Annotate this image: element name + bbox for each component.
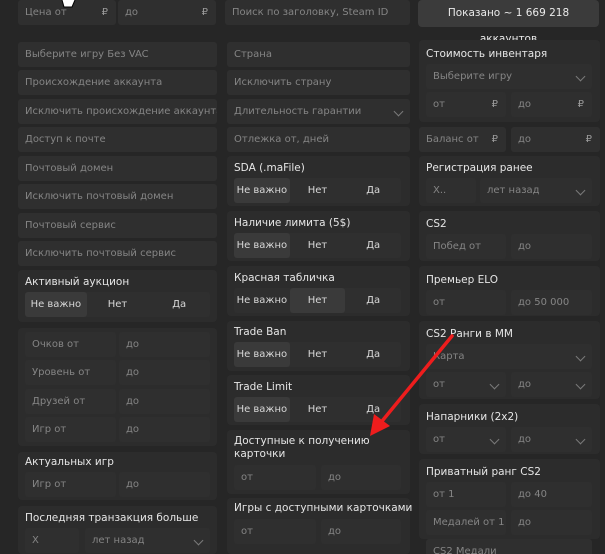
actual-games-to-input[interactable]: до	[119, 472, 210, 497]
chevron-down-icon	[393, 106, 404, 117]
trade-limit-opt-no[interactable]: Нет	[290, 397, 346, 422]
elo-to-input[interactable]: до 50 000	[511, 290, 592, 315]
medals-to-input[interactable]: до	[511, 510, 592, 535]
price-to-input[interactable]: до ₽	[118, 0, 216, 25]
origin-select[interactable]: Происхождение аккаунта	[18, 70, 217, 95]
cursor-icon	[61, 0, 76, 8]
points-from-input[interactable]: Очков от	[25, 332, 116, 357]
chevron-down-icon	[575, 71, 586, 82]
games-cards-from-input[interactable]: от	[234, 519, 316, 544]
sda-opt-yes[interactable]: Да	[345, 178, 401, 203]
balance-to-input[interactable]: до ₽	[511, 127, 600, 152]
level-to-input[interactable]: до	[119, 360, 210, 385]
inventory-to-input[interactable]: до ₽	[511, 92, 592, 117]
exclude-mail-service-select[interactable]: Исключить почтовый сервис	[18, 241, 217, 266]
mail-service-select[interactable]: Почтовый сервис	[18, 213, 217, 238]
cards-available-to-input[interactable]: до	[321, 465, 401, 490]
registration-unit-select[interactable]: лет назад	[480, 178, 592, 203]
last-transaction-x-input[interactable]: X	[25, 528, 79, 553]
last-transaction-title: Последняя транзакция больше	[25, 512, 199, 524]
auction-opt-no[interactable]: Нет	[87, 292, 149, 317]
auction-toggle: Не важно Нет Да	[25, 292, 210, 317]
mail-domain-select[interactable]: Почтовый домен	[18, 156, 217, 181]
sda-opt-no[interactable]: Нет	[290, 178, 346, 203]
exclude-mail-domain-select[interactable]: Исключить почтовый домен	[18, 184, 217, 209]
chevron-down-icon	[489, 434, 500, 445]
red-plate-title: Красная табличка	[234, 272, 335, 284]
wins-to-input[interactable]: до	[511, 234, 592, 259]
shown-count-button[interactable]: Показано ~ 1 669 218 аккаунтов	[418, 0, 599, 45]
sda-title: SDA (.maFile)	[234, 162, 305, 174]
registration-title: Регистрация ранее	[426, 162, 533, 174]
chevron-down-icon	[193, 535, 204, 546]
annotation-arrow	[370, 334, 454, 436]
mail-access-select[interactable]: Доступ к почте	[18, 127, 217, 152]
last-transaction-unit-select[interactable]: лет назад	[85, 528, 210, 553]
cs2-title: CS2	[426, 218, 447, 230]
games-cards-to-input[interactable]: до	[321, 519, 401, 544]
teammates-to-select[interactable]: до	[511, 427, 592, 452]
games-cards-title: Игры с доступными карточками	[234, 502, 413, 514]
private-rank-to-input[interactable]: до 40	[511, 482, 592, 507]
limit-opt-yes[interactable]: Да	[345, 233, 401, 258]
red-plate-opt-yes[interactable]: Да	[345, 288, 401, 313]
trade-limit-opt-any[interactable]: Не важно	[234, 397, 290, 422]
points-to-input[interactable]: до	[119, 332, 210, 357]
friends-from-input[interactable]: Друзей от	[25, 389, 116, 414]
chevron-down-icon	[575, 185, 586, 196]
game-vac-select[interactable]: Выберите игру Без VAC	[18, 42, 217, 67]
wins-from-input[interactable]: Побед от	[426, 234, 506, 259]
balance-from-input[interactable]: Баланс от ₽	[419, 127, 506, 152]
auction-opt-any[interactable]: Не важно	[25, 292, 87, 317]
cards-available-title: Доступные к получению карточки	[234, 435, 370, 460]
limit-toggle: Не важно Нет Да	[234, 233, 401, 258]
search-input[interactable]: Поиск по заголовку, Steam ID	[225, 0, 410, 25]
trade-ban-title: Trade Ban	[234, 326, 287, 338]
auction-title: Активный аукцион	[25, 276, 130, 288]
cs2-medals-select[interactable]: CS2 Медали	[426, 539, 592, 554]
level-from-input[interactable]: Уровень от	[25, 360, 116, 385]
chevron-down-icon	[575, 351, 586, 362]
red-plate-toggle: Не важно Нет Да	[234, 288, 401, 313]
sda-toggle: Не важно Нет Да	[234, 178, 401, 203]
mm-rank-to-select[interactable]: до	[511, 372, 592, 397]
premier-title: Премьер ELO	[426, 274, 498, 286]
sda-opt-any[interactable]: Не важно	[234, 178, 290, 203]
private-rank-from-input[interactable]: от 1	[426, 482, 506, 507]
inventory-game-select[interactable]: Выберите игру	[426, 64, 592, 89]
limit-title: Наличие лимита (5$)	[234, 217, 351, 229]
friends-to-input[interactable]: до	[119, 389, 210, 414]
games-to-input[interactable]: до	[119, 417, 210, 442]
medals-from-input[interactable]: Медалей от 1	[426, 510, 506, 535]
actual-games-title: Актуальных игр	[25, 456, 114, 468]
registration-x-input[interactable]: X..	[426, 178, 476, 203]
country-select[interactable]: Страна	[227, 42, 410, 67]
limit-opt-any[interactable]: Не важно	[234, 233, 290, 258]
actual-games-from-input[interactable]: Игр от	[25, 472, 116, 497]
exclude-origin-select[interactable]: Исключить происхождение аккаунта	[18, 99, 217, 124]
warranty-select[interactable]: Длительность гарантии	[227, 99, 410, 124]
red-plate-opt-no[interactable]: Нет	[289, 288, 346, 313]
inventory-title: Стоимость инвентаря	[426, 48, 548, 60]
limit-opt-no[interactable]: Нет	[290, 233, 346, 258]
red-plate-opt-any[interactable]: Не важно	[234, 288, 290, 313]
auction-opt-yes[interactable]: Да	[148, 292, 210, 317]
trade-ban-opt-no[interactable]: Нет	[290, 342, 346, 367]
cooldown-input[interactable]: Отлежка от, дней	[227, 127, 410, 152]
games-from-input[interactable]: Игр от	[25, 417, 116, 442]
trade-ban-opt-any[interactable]: Не важно	[234, 342, 290, 367]
cards-available-from-input[interactable]: от	[234, 465, 316, 490]
chevron-down-icon	[489, 379, 500, 390]
trade-limit-title: Trade Limit	[234, 381, 293, 393]
inventory-from-input[interactable]: от ₽	[426, 92, 506, 117]
private-rank-title: Приватный ранг CS2	[426, 466, 541, 478]
exclude-country-select[interactable]: Исключить страну	[227, 70, 410, 95]
elo-from-input[interactable]: от	[426, 290, 506, 315]
chevron-down-icon	[575, 379, 586, 390]
chevron-down-icon	[575, 434, 586, 445]
